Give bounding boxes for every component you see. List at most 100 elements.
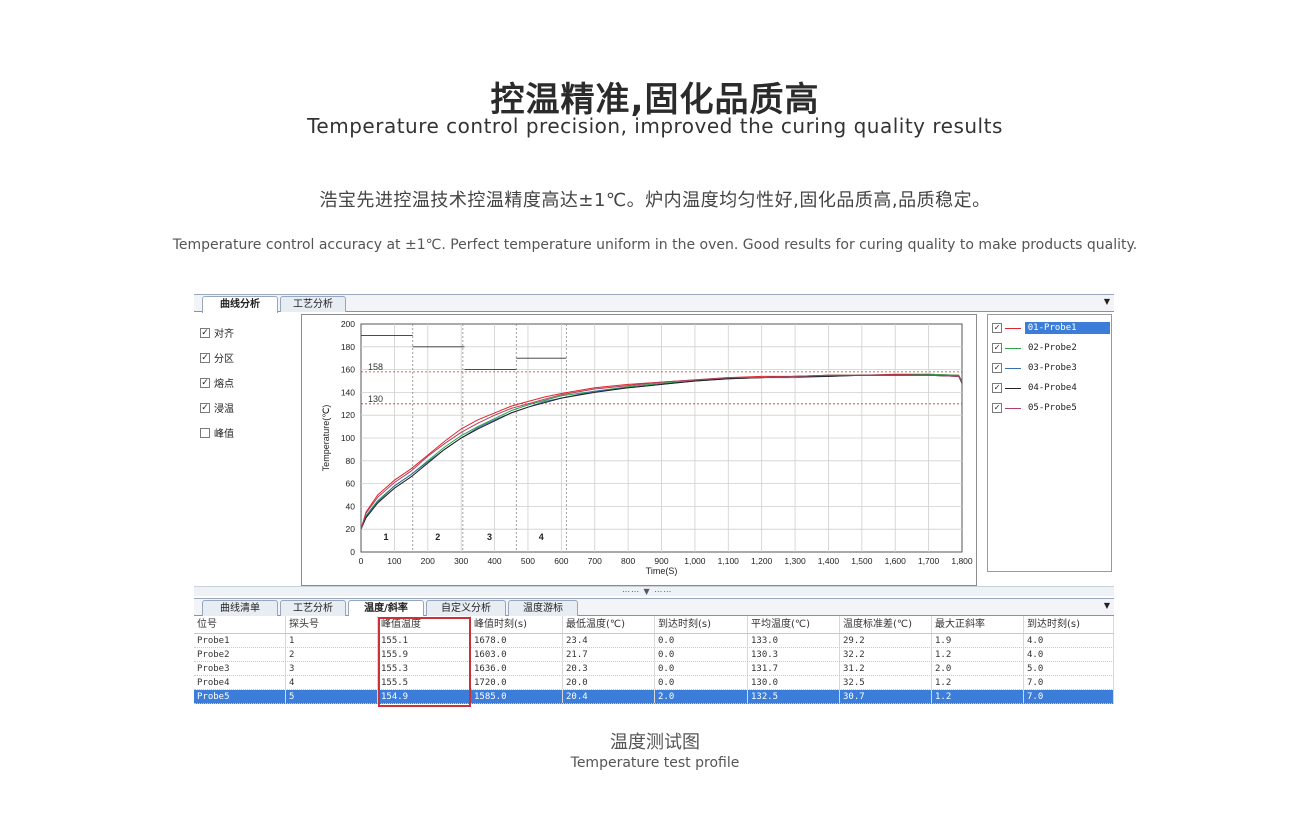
chevron-down-icon[interactable]: ▼ — [1104, 601, 1110, 610]
table-cell: 0.0 — [655, 634, 748, 647]
table-cell: 1.2 — [932, 648, 1024, 661]
option-soak[interactable]: ✓ 浸温 — [200, 395, 295, 420]
tab-curve-analysis[interactable]: 曲线分析 — [202, 296, 278, 313]
table-cell: 2.0 — [932, 662, 1024, 675]
table-header-row[interactable]: 位号 探头号 峰值温度 峰值时刻(s) 最低温度(℃) 到达时刻(s) 平均温度(℃) 温度标… — [194, 616, 1114, 634]
x-tick-label: 300 — [454, 556, 468, 566]
table-cell: 1585.0 — [471, 690, 563, 703]
table-row[interactable]: Probe5 5 154.9 1585.0 20.4 2.0 132.5 30.7 1.2 7.0 — [194, 690, 1114, 704]
table-cell: 154.9 — [378, 690, 471, 703]
reference-line-label: 158 — [368, 362, 383, 372]
splitter-grip-icon[interactable]: ⋯⋯ ▼ ⋯⋯ — [622, 587, 672, 596]
column-header[interactable]: 峰值温度 — [378, 616, 471, 633]
option-peak[interactable]: 峰值 — [200, 420, 295, 445]
column-header[interactable]: 平均温度(℃) — [748, 616, 840, 633]
table-cell: 5.0 — [1024, 662, 1114, 675]
legend-label: 02-Probe2 — [1028, 343, 1077, 353]
checkbox-icon[interactable] — [200, 427, 210, 438]
page-subtitle: Temperature control precision, improved … — [307, 114, 1003, 138]
table-cell: 155.9 — [378, 648, 471, 661]
option-label: 分区 — [214, 354, 234, 365]
table-cell: 2.0 — [655, 690, 748, 703]
table-cell: 21.7 — [563, 648, 655, 661]
profile-analysis-window: 曲线分析 工艺分析 ▼ ✓ 对齐 ✓ 分区 ✓ 熔点 ✓ 浸温 峰值 0 100 200 30… — [194, 294, 1114, 708]
legend-item[interactable]: ✓ 01-Probe1 — [992, 319, 1110, 337]
legend-item[interactable]: ✓ 03-Probe3 — [992, 359, 1110, 377]
y-tick-label: 180 — [341, 342, 355, 352]
zone-label: 4 — [539, 532, 544, 542]
tab-curve-list[interactable]: 曲线清单 — [202, 600, 278, 616]
panel-splitter[interactable]: ⋯⋯ ▼ ⋯⋯ — [194, 586, 1114, 596]
column-header[interactable]: 探头号 — [286, 616, 378, 633]
y-tick-label: 20 — [346, 524, 356, 534]
legend-label: 04-Probe4 — [1028, 383, 1077, 393]
legend-swatch — [1005, 387, 1021, 389]
table-cell: Probe2 — [194, 648, 286, 661]
legend-label: 05-Probe5 — [1028, 403, 1077, 413]
temperature-chart[interactable]: 0 100 200 300 400 500 600 700 800 900 1,000 1,100 1,… — [301, 314, 977, 586]
tab-temperature-slope[interactable]: 温度/斜率 — [348, 600, 424, 617]
checkbox-icon[interactable]: ✓ — [200, 352, 210, 363]
table-cell: 132.5 — [748, 690, 840, 703]
description-cn: 浩宝先进控温技术控温精度高达±1℃。炉内温度均匀性好,固化品质高,品质稳定。 — [319, 190, 991, 211]
x-tick-label: 1,500 — [851, 556, 873, 566]
checkbox-icon[interactable]: ✓ — [992, 403, 1002, 413]
column-header[interactable]: 到达时刻(s) — [1024, 616, 1114, 633]
y-tick-label: 200 — [341, 319, 355, 329]
x-tick-label: 1,600 — [885, 556, 907, 566]
legend-swatch — [1005, 407, 1021, 409]
tab-process-analysis-2[interactable]: 工艺分析 — [280, 600, 346, 616]
checkbox-icon[interactable]: ✓ — [200, 402, 210, 413]
checkbox-icon[interactable]: ✓ — [200, 377, 210, 388]
table-cell: 155.3 — [378, 662, 471, 675]
column-header[interactable]: 到达时刻(s) — [655, 616, 748, 633]
checkbox-icon[interactable]: ✓ — [992, 363, 1002, 373]
table-row[interactable]: Probe1 1 155.1 1678.0 23.4 0.0 133.0 29.2 1.9 4.0 — [194, 634, 1114, 648]
table-row[interactable]: Probe3 3 155.3 1636.0 20.3 0.0 131.7 31.2 2.0 5.0 — [194, 662, 1114, 676]
y-tick-label: 120 — [341, 410, 355, 420]
table-cell: 155.1 — [378, 634, 471, 647]
x-axis-label: Time(S) — [646, 566, 678, 576]
checkbox-icon[interactable]: ✓ — [992, 323, 1002, 333]
tab-temperature-cursor[interactable]: 温度游标 — [508, 600, 578, 616]
y-tick-label: 140 — [341, 387, 355, 397]
checkbox-icon[interactable]: ✓ — [200, 327, 210, 338]
table-cell: 131.7 — [748, 662, 840, 675]
checkbox-icon[interactable]: ✓ — [992, 343, 1002, 353]
column-header[interactable]: 最低温度(℃) — [563, 616, 655, 633]
option-align[interactable]: ✓ 对齐 — [200, 320, 295, 345]
x-tick-label: 600 — [554, 556, 568, 566]
x-tick-label: 1,000 — [684, 556, 706, 566]
table-row[interactable]: Probe2 2 155.9 1603.0 21.7 0.0 130.3 32.2 1.2 4.0 — [194, 648, 1114, 662]
series-legend: ✓ 01-Probe1 ✓ 02-Probe2 ✓ 03-Probe3 ✓ 04-Probe4… — [987, 314, 1112, 572]
y-tick-label: 160 — [341, 365, 355, 375]
option-melting-point[interactable]: ✓ 熔点 — [200, 370, 295, 395]
table-cell: 0.0 — [655, 662, 748, 675]
table-cell: 7.0 — [1024, 690, 1114, 703]
legend-item[interactable]: ✓ 05-Probe5 — [992, 399, 1110, 417]
table-cell: 130.3 — [748, 648, 840, 661]
x-tick-label: 0 — [359, 556, 364, 566]
column-header[interactable]: 最大正斜率 — [932, 616, 1024, 633]
x-tick-label: 1,700 — [918, 556, 940, 566]
table-cell: 29.2 — [840, 634, 932, 647]
tab-custom-analysis[interactable]: 自定义分析 — [426, 600, 506, 616]
chart-svg: 0 100 200 300 400 500 600 700 800 900 1,000 1,100 1,… — [321, 319, 973, 576]
legend-item[interactable]: ✓ 04-Probe4 — [992, 379, 1110, 397]
column-header[interactable]: 温度标准差(℃) — [840, 616, 932, 633]
chevron-down-icon[interactable]: ▼ — [1104, 297, 1110, 306]
legend-label: 03-Probe3 — [1028, 363, 1077, 373]
column-header[interactable]: 位号 — [194, 616, 286, 633]
table-cell: 4.0 — [1024, 634, 1114, 647]
zone-label: 2 — [435, 532, 440, 542]
legend-swatch — [1004, 327, 1021, 329]
column-header[interactable]: 峰值时刻(s) — [471, 616, 563, 633]
table-row[interactable]: Probe4 4 155.5 1720.0 20.0 0.0 130.0 32.5 1.2 7.0 — [194, 676, 1114, 690]
table-cell: 1603.0 — [471, 648, 563, 661]
legend-item[interactable]: ✓ 02-Probe2 — [992, 339, 1110, 357]
checkbox-icon[interactable]: ✓ — [992, 383, 1002, 393]
option-zone[interactable]: ✓ 分区 — [200, 345, 295, 370]
table-cell: 4.0 — [1024, 648, 1114, 661]
tab-process-analysis[interactable]: 工艺分析 — [280, 296, 346, 312]
x-tick-label: 500 — [521, 556, 535, 566]
